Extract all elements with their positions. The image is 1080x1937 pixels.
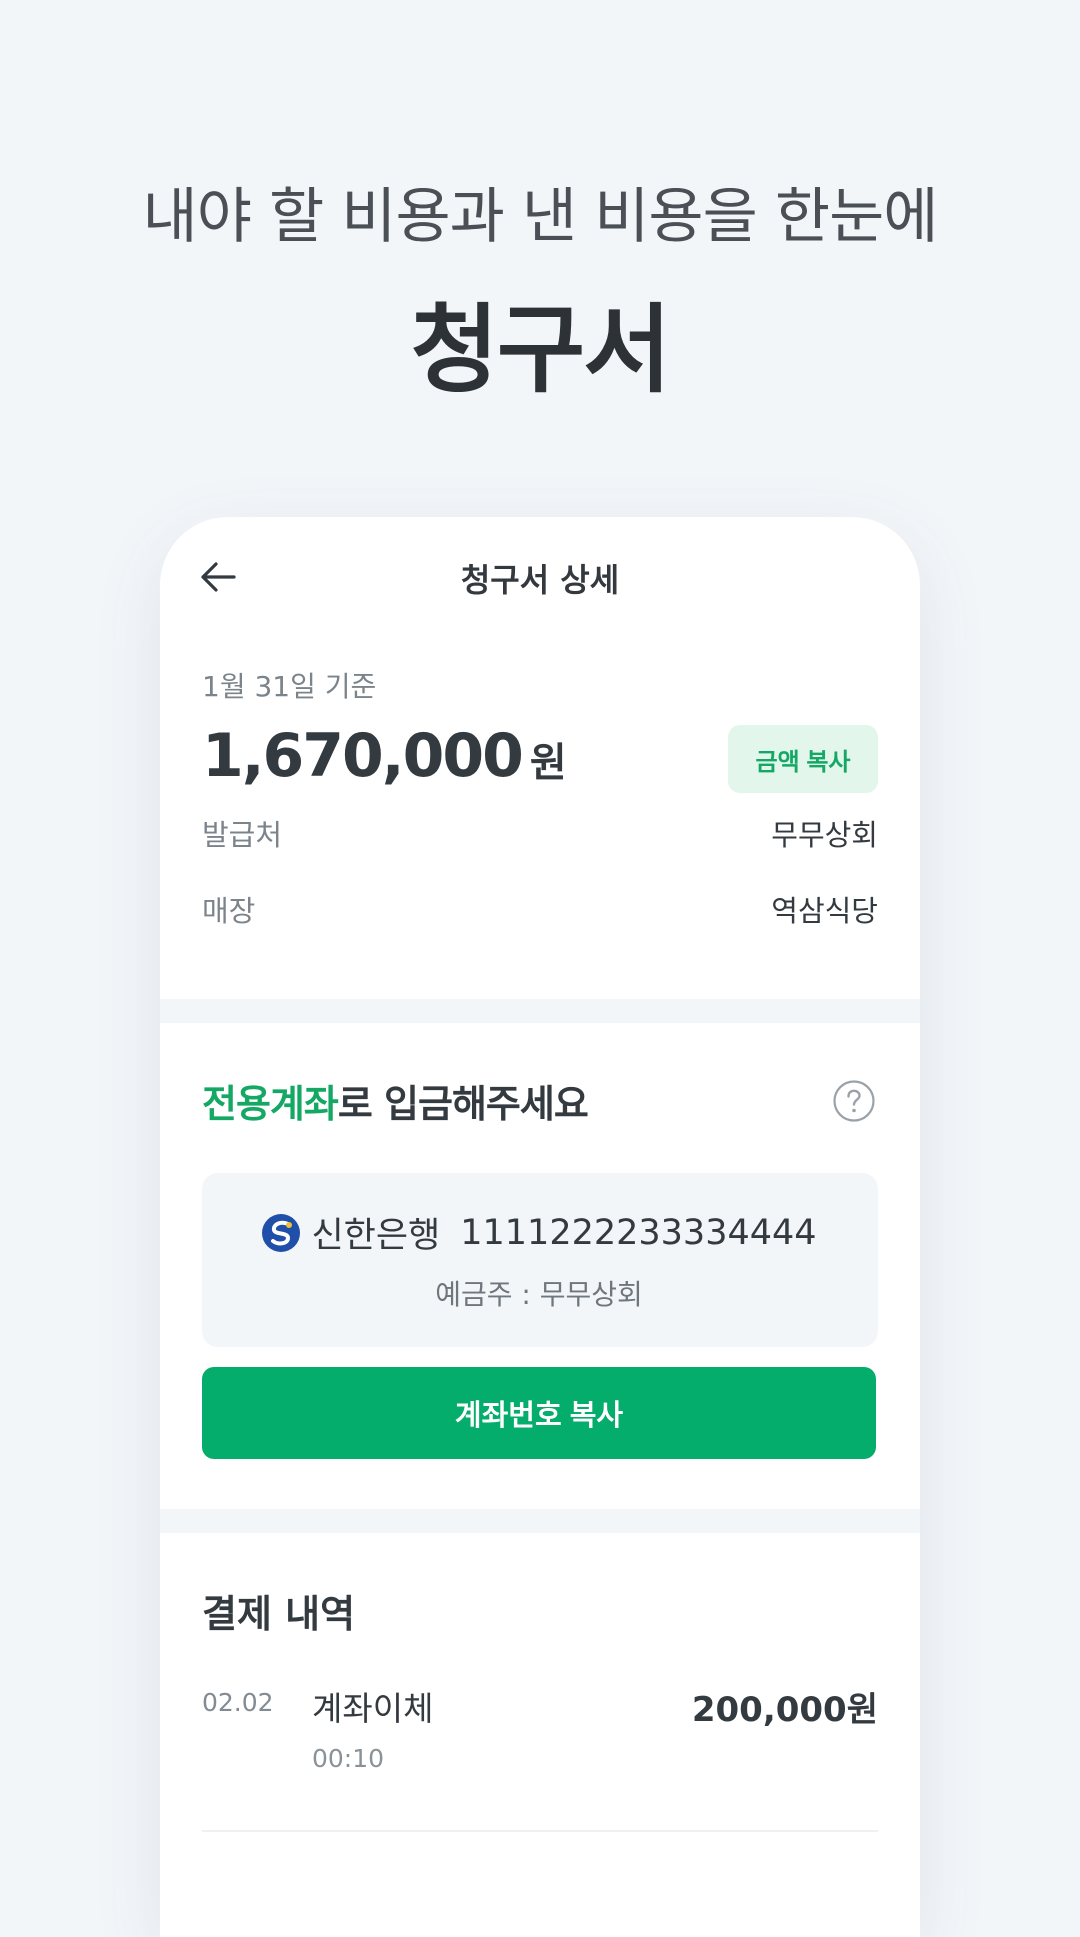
payment-history-title: 결제 내역 [202,1592,356,1636]
promo-title: 청구서 [410,294,672,406]
section-divider [160,1509,920,1533]
page-title: 청구서 상세 [460,561,620,599]
deposit-title: 전용계좌로 입금해주세요 [202,1073,589,1128]
basis-date: 1월 31일 기준 [202,670,377,703]
payment-date: 02.02 [202,1688,274,1717]
account-line: 신한은행 1111222233334444 [202,1207,876,1258]
issuer-value: 무무상회 [771,818,878,852]
amount-unit: 원 [529,740,567,786]
section-divider [160,999,920,1023]
payment-time: 00:10 [312,1744,385,1773]
copy-amount-button[interactable]: 금액 복사 [728,725,878,793]
invoice-summary: 1월 31일 기준 1,670,000 원 금액 복사 발급처 무무상회 매장 역… [160,665,920,999]
deposit-header: 전용계좌로 입금해주세요 [202,1023,878,1173]
bank-name: 신한은행 [311,1216,441,1256]
copy-account-button[interactable]: 계좌번호 복사 [202,1367,876,1459]
account-box: 신한은행 1111222233334444 예금주 : 무무상회 [202,1173,878,1347]
payment-method: 계좌이체 [312,1689,434,1728]
account-number: 1111222233334444 [460,1212,817,1253]
store-label: 매장 [202,894,256,928]
deposit-title-rest: 로 입금해주세요 [337,1082,589,1126]
payment-history: 결제 내역 02.02 계좌이체 00:10 200,000원 [160,1583,920,1832]
question-circle-icon[interactable] [832,1079,876,1123]
deposit-title-accent: 전용계좌 [202,1082,339,1126]
issuer-label: 발급처 [202,818,283,852]
top-navbar: 청구서 상세 [160,517,920,635]
account-holder: 예금주 : 무무상회 [435,1278,643,1311]
phone-screen: 청구서 상세 1월 31일 기준 1,670,000 원 금액 복사 발급처 무무… [160,517,920,1937]
shinhan-bank-logo [262,1213,301,1252]
store-row: 매장 역삼식당 [202,871,878,947]
store-value: 역삼식당 [771,894,878,928]
payment-row[interactable]: 02.02 계좌이체 00:10 200,000원 [202,1678,878,1832]
deposit-section: 전용계좌로 입금해주세요 신한은행 1111222233334444 예금주 :… [160,1023,920,1509]
promo-subtitle: 내야 할 비용과 낸 비용을 한눈에 [142,182,939,252]
payment-amount: 200,000원 [691,1690,878,1730]
amount-row: 1,670,000 원 금액 복사 [202,721,878,795]
issuer-row: 발급처 무무상회 [202,795,878,871]
amount-value: 1,670,000 [202,721,524,791]
invoice-amount: 1,670,000 원 [202,721,567,791]
